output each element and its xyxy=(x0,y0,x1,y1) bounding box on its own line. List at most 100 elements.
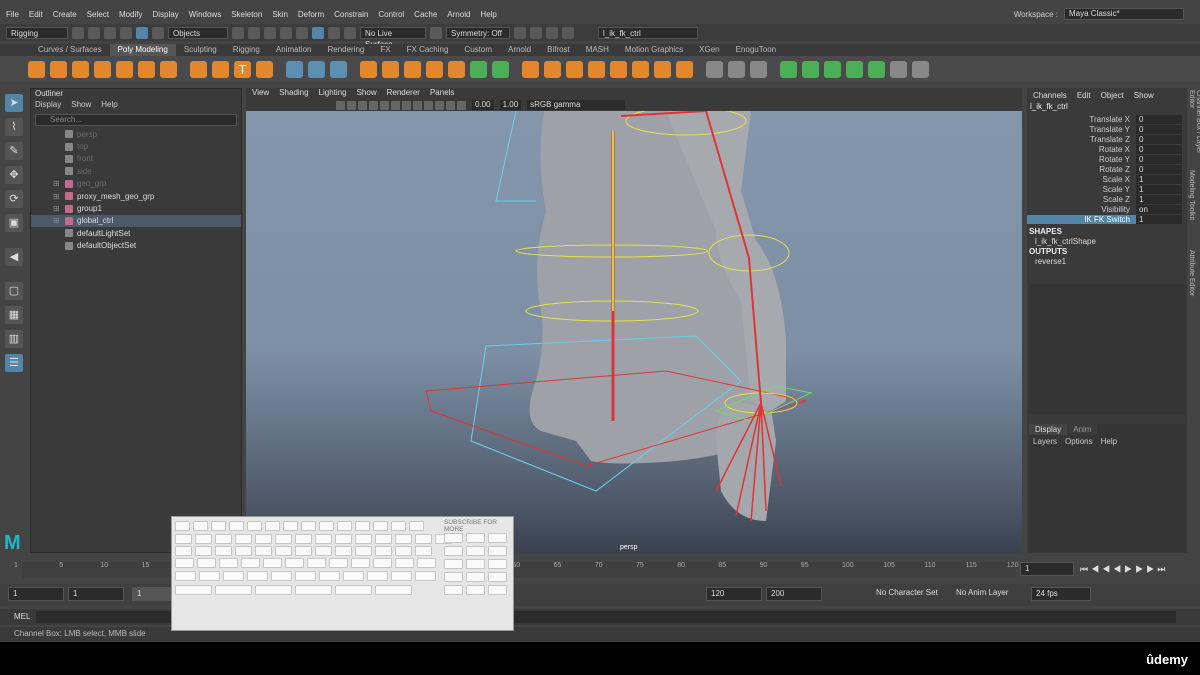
redo-icon[interactable] xyxy=(120,26,132,39)
viewport-menu-shading[interactable]: Shading xyxy=(279,88,308,99)
multi-cut-icon[interactable] xyxy=(676,60,693,78)
tab-display[interactable]: Display xyxy=(1029,424,1068,435)
lasso-icon[interactable] xyxy=(430,26,442,39)
end-frame-field[interactable]: 200 xyxy=(766,587,822,601)
last-tool-icon[interactable]: ◀ xyxy=(5,248,23,266)
viewport-scene[interactable]: persp xyxy=(246,106,1022,553)
snap-view-icon[interactable] xyxy=(296,26,308,39)
poke-icon[interactable] xyxy=(588,60,605,78)
menu-item-cache[interactable]: Cache xyxy=(414,10,437,19)
wedge-icon[interactable] xyxy=(610,60,627,78)
channel-name[interactable]: Visibility xyxy=(1027,205,1136,214)
menu-item-display[interactable]: Display xyxy=(153,10,179,19)
live-surface-field[interactable]: No Live Surface xyxy=(360,26,426,49)
range-start-field[interactable]: 1 xyxy=(68,587,124,601)
planar-map-icon[interactable] xyxy=(802,60,819,78)
channel-row[interactable]: Rotate X0 xyxy=(1027,144,1187,154)
menu-item-select[interactable]: Select xyxy=(87,10,109,19)
render-icon[interactable] xyxy=(344,26,356,39)
move-tool-icon[interactable]: ✥ xyxy=(5,166,23,184)
channel-value[interactable]: 0 xyxy=(1136,114,1182,124)
snap-point-icon[interactable] xyxy=(280,26,292,39)
hypershade-icon[interactable] xyxy=(546,26,558,39)
shelf-tab-mash[interactable]: MASH xyxy=(578,44,617,56)
shelf-tab-fx-caching[interactable]: FX Caching xyxy=(399,44,457,56)
channel-row[interactable]: Visibility on xyxy=(1027,204,1187,214)
menu-item-deform[interactable]: Deform xyxy=(298,10,324,19)
separate-icon[interactable] xyxy=(308,60,325,78)
channel-name[interactable]: Scale Y xyxy=(1027,185,1136,194)
edge-loop-icon[interactable] xyxy=(706,60,723,78)
channel-row[interactable]: Rotate Z0 xyxy=(1027,164,1187,174)
channel-value[interactable]: 0 xyxy=(1136,154,1182,164)
menu-item-constrain[interactable]: Constrain xyxy=(334,10,368,19)
shape-node[interactable]: l_ik_fk_ctrlShape xyxy=(1027,237,1187,247)
isolate-icon[interactable] xyxy=(424,100,433,110)
fps-dropdown[interactable]: 24 fps xyxy=(1031,587,1091,601)
output-node[interactable]: reverse1 xyxy=(1027,257,1187,267)
tab-anim[interactable]: Anim xyxy=(1067,424,1098,435)
target-weld-icon[interactable] xyxy=(492,60,509,78)
outliner-item[interactable]: ⊞ global_ctrl xyxy=(31,214,241,228)
outliner-item[interactable]: ⊞ proxy_mesh_geo_grp xyxy=(31,190,241,202)
channelbox-menu-edit[interactable]: Edit xyxy=(1077,91,1091,100)
channel-row[interactable]: Scale Y1 xyxy=(1027,184,1187,194)
channel-name[interactable]: IK FK Switch xyxy=(1027,214,1136,224)
shelf-tab-custom[interactable]: Custom xyxy=(456,44,500,56)
magnet-icon[interactable] xyxy=(232,26,244,39)
range-slider-handle[interactable]: 1 xyxy=(132,587,172,601)
poly-cube-icon[interactable] xyxy=(50,60,67,78)
uv-editor-icon[interactable] xyxy=(780,60,797,78)
type-icon[interactable]: T xyxy=(234,60,251,78)
resolution-gate-icon[interactable] xyxy=(457,100,466,110)
viewport-menu-lighting[interactable]: Lighting xyxy=(319,88,347,99)
boolean-icon[interactable] xyxy=(360,60,377,78)
layer-menu-layers[interactable]: Layers xyxy=(1033,437,1057,446)
object-name-field[interactable]: l_ik_fk_ctrl xyxy=(598,26,698,39)
bridge-icon[interactable] xyxy=(426,60,443,78)
outliner-item[interactable]: defaultLightSet xyxy=(31,227,241,239)
viewport-menu-view[interactable]: View xyxy=(252,88,269,99)
channel-row[interactable]: IK FK Switch 1 xyxy=(1027,214,1187,224)
shelf-tab-xgen[interactable]: XGen xyxy=(691,44,727,56)
channelbox-menu-channels[interactable]: Channels xyxy=(1033,91,1067,100)
aa-icon[interactable] xyxy=(413,100,422,110)
channel-row[interactable]: Translate Z0 xyxy=(1027,134,1187,144)
shelf-tab-poly-modeling[interactable]: Poly Modeling xyxy=(109,44,176,56)
channel-value[interactable]: 1 xyxy=(1136,194,1182,204)
mel-label[interactable]: MEL xyxy=(14,612,30,621)
svg-icon[interactable] xyxy=(256,60,273,78)
camera-icon[interactable] xyxy=(336,100,345,110)
viewport-menu-show[interactable]: Show xyxy=(357,88,377,99)
outliner-item[interactable]: persp xyxy=(31,128,241,140)
menu-item-edit[interactable]: Edit xyxy=(29,10,43,19)
menu-item-arnold[interactable]: Arnold xyxy=(447,10,470,19)
ipr-icon[interactable] xyxy=(530,26,542,39)
grid-icon[interactable] xyxy=(446,100,455,110)
side-tab[interactable]: Channel Box / Layer Editor xyxy=(1188,90,1200,170)
outliner-item[interactable]: front xyxy=(31,153,241,165)
history-icon[interactable] xyxy=(328,26,340,39)
ao-icon[interactable] xyxy=(402,100,411,110)
mirror-icon[interactable] xyxy=(382,60,399,78)
select-object-icon[interactable] xyxy=(152,26,164,39)
channelbox-menu-show[interactable]: Show xyxy=(1134,91,1154,100)
shelf-tab-rendering[interactable]: Rendering xyxy=(319,44,372,56)
start-frame-field[interactable]: 1 xyxy=(8,587,64,601)
shelf-tab-animation[interactable]: Animation xyxy=(268,44,320,56)
menu-item-skin[interactable]: Skin xyxy=(272,10,288,19)
channel-value[interactable]: 1 xyxy=(1136,174,1182,184)
workspace-dropdown[interactable]: Maya Classic* xyxy=(1064,8,1184,20)
smooth-icon[interactable] xyxy=(330,60,347,78)
symmetry-dropdown[interactable]: Symmetry: Off xyxy=(446,26,510,39)
menu-item-modify[interactable]: Modify xyxy=(119,10,143,19)
menu-item-control[interactable]: Control xyxy=(378,10,404,19)
menu-item-file[interactable]: File xyxy=(6,10,19,19)
super-shape-icon[interactable] xyxy=(212,60,229,78)
viewport-menu-renderer[interactable]: Renderer xyxy=(387,88,420,99)
shelf-tab-arnold[interactable]: Arnold xyxy=(500,44,539,56)
shadows-icon[interactable] xyxy=(391,100,400,110)
channel-name[interactable]: Rotate Y xyxy=(1027,155,1136,164)
channel-name[interactable]: Translate Z xyxy=(1027,135,1136,144)
anim-layer-dropdown[interactable]: No Anim Layer xyxy=(952,587,1026,601)
